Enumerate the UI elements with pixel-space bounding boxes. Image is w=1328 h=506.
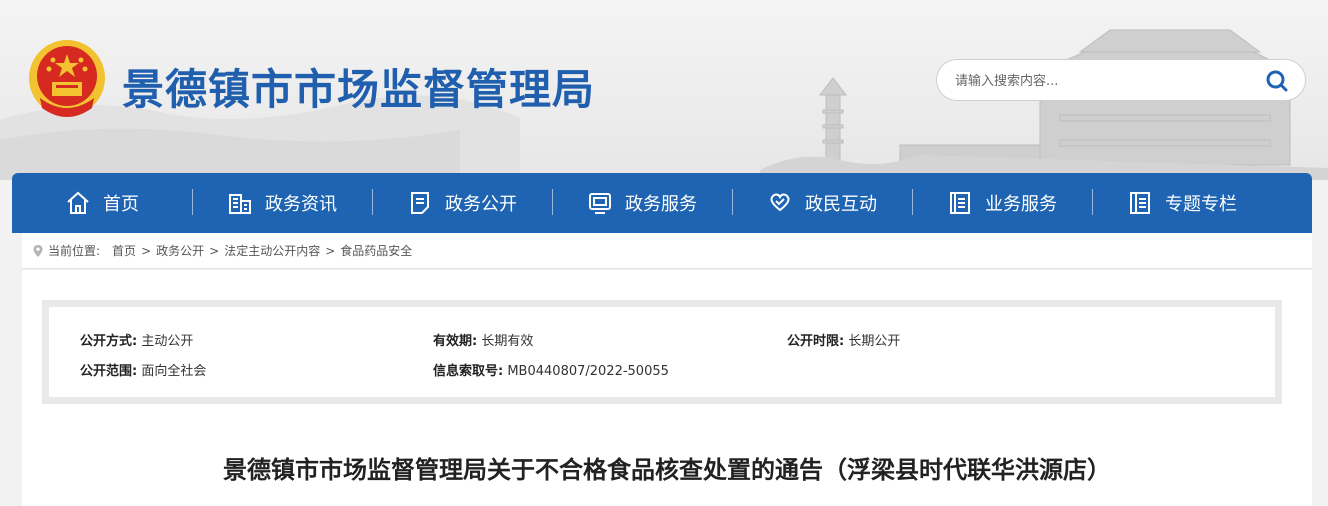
nav-label: 业务服务 [985, 194, 1057, 215]
nav-business[interactable]: 业务服务 [912, 173, 1092, 233]
site-title: 景德镇市市场监督管理局 [122, 65, 596, 114]
nav-label: 专题专栏 [1165, 194, 1237, 215]
meta-value: 面向全社会 [141, 364, 207, 379]
nav-label: 政民互动 [805, 194, 877, 215]
article-title: 景德镇市市场监督管理局关于不合格食品核查处置的通告（浮梁县时代联华洪源店） [223, 456, 1111, 484]
search-box [936, 59, 1306, 101]
heart-chat-icon [770, 193, 790, 212]
disclosure-info-box: 公开方式: 主动公开 有效期: 长期有效 公开时限: 长期公开 公开范围: 面向… [42, 300, 1282, 404]
breadcrumb-food-drug-safety[interactable]: 食品药品安全 [340, 242, 412, 259]
nav-open-affairs[interactable]: 政务公开 [372, 173, 552, 233]
meta-label: 公开范围: [80, 364, 138, 379]
book-icon [1130, 192, 1150, 214]
meta-label: 公开时限: [787, 334, 845, 349]
disclosure-info-inner: 公开方式: 主动公开 有效期: 长期有效 公开时限: 长期公开 公开范围: 面向… [49, 307, 1275, 397]
breadcrumb-home[interactable]: 首页 [112, 242, 136, 259]
nav-special-topics[interactable]: 专题专栏 [1092, 173, 1272, 233]
building-icon [229, 194, 251, 214]
nav-label: 政务服务 [625, 194, 697, 215]
nav-news[interactable]: 政务资讯 [192, 173, 372, 233]
breadcrumb-separator: > [325, 243, 336, 258]
home-icon [67, 191, 89, 214]
meta-label: 公开方式: [80, 334, 138, 349]
location-pin-icon [33, 244, 43, 257]
meta-disclosure-period: 公开时限: 长期公开 [787, 330, 900, 349]
site-header: 景德镇市市场监督管理局 [0, 0, 1328, 180]
nav-label: 政务资讯 [265, 194, 337, 215]
meta-value: 长期公开 [848, 334, 901, 349]
nav-label: 政务公开 [445, 194, 517, 215]
breadcrumb-separator: > [209, 243, 220, 258]
search-icon[interactable] [1265, 69, 1289, 93]
breadcrumb-statutory-disclosure[interactable]: 法定主动公开内容 [224, 242, 320, 259]
document-icon [411, 192, 429, 214]
meta-label: 信息索取号: [433, 364, 504, 379]
meta-disclosure-method: 公开方式: 主动公开 [80, 330, 193, 349]
nav-interaction[interactable]: 政民互动 [732, 173, 912, 233]
breadcrumb-open-affairs[interactable]: 政务公开 [156, 242, 204, 259]
service-window-icon [589, 193, 611, 214]
nav-home[interactable]: 首页 [12, 173, 192, 233]
meta-index-number: 信息索取号: MB0440807/2022-50055 [433, 360, 669, 379]
meta-disclosure-scope: 公开范围: 面向全社会 [80, 360, 206, 379]
content-panel: 公开方式: 主动公开 有效期: 长期有效 公开时限: 长期公开 公开范围: 面向… [22, 270, 1312, 506]
meta-label: 有效期: [433, 334, 478, 349]
national-emblem-logo [29, 40, 105, 117]
meta-value: MB0440807/2022-50055 [507, 364, 669, 379]
meta-validity: 有效期: 长期有效 [433, 330, 533, 349]
breadcrumb: 当前位置: 首页 > 政务公开 > 法定主动公开内容 > 食品药品安全 [22, 233, 1312, 269]
meta-value: 长期有效 [481, 334, 534, 349]
list-icon [950, 192, 970, 214]
nav-services[interactable]: 政务服务 [552, 173, 732, 233]
breadcrumb-prefix: 当前位置: [48, 244, 101, 258]
search-input[interactable] [955, 70, 1245, 92]
main-nav: 首页 政务资讯 政务公开 政务服务 政民互动 业务服务 专题专栏 [12, 173, 1312, 233]
nav-label: 首页 [103, 194, 139, 215]
meta-value: 主动公开 [141, 334, 194, 349]
breadcrumb-separator: > [141, 243, 152, 258]
